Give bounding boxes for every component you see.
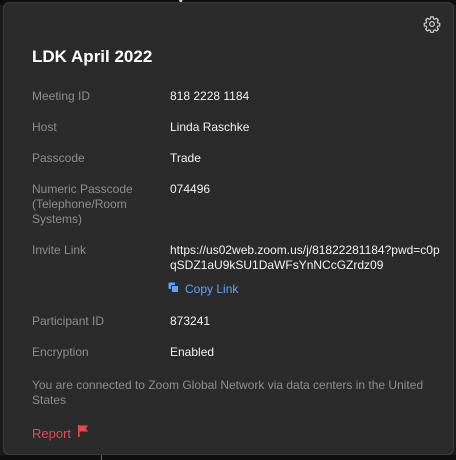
copy-link-label: Copy Link <box>185 282 239 296</box>
flag-icon <box>71 424 89 442</box>
encryption-label: Encryption <box>32 345 89 359</box>
background-divider <box>101 455 102 460</box>
participant-id-value: 873241 <box>170 314 211 328</box>
meeting-id-label: Meeting ID <box>32 89 91 103</box>
passcode-value: Trade <box>170 151 201 165</box>
gear-icon[interactable] <box>423 15 441 33</box>
numeric-passcode-label: Numeric Passcode (Telephone/Room Systems… <box>32 182 133 226</box>
report-label: Report <box>32 425 72 441</box>
invite-link-label: Invite Link <box>32 243 87 257</box>
passcode-label: Passcode <box>32 151 85 165</box>
zoom-network-notice: You are connected to Zoom Global Network… <box>32 378 424 407</box>
encryption-value: Enabled <box>170 345 215 359</box>
report-button[interactable]: Report <box>32 424 89 442</box>
participant-id-label: Participant ID <box>32 314 105 328</box>
invite-link-value: https://us02web.zoom.us/j/81822281184?pw… <box>170 243 440 272</box>
host-label: Host <box>32 120 57 134</box>
meeting-info-popup: LDK April 2022 Meeting ID 818 2228 1184 … <box>3 2 454 455</box>
host-value: Linda Raschke <box>170 120 250 134</box>
meeting-title: LDK April 2022 <box>32 47 153 66</box>
copy-link-button[interactable]: Copy Link <box>168 280 238 298</box>
background-window-bottom <box>0 455 456 460</box>
numeric-passcode-value: 074496 <box>170 182 211 196</box>
copy-icon <box>168 280 179 298</box>
meeting-id-value: 818 2228 1184 <box>170 89 250 103</box>
